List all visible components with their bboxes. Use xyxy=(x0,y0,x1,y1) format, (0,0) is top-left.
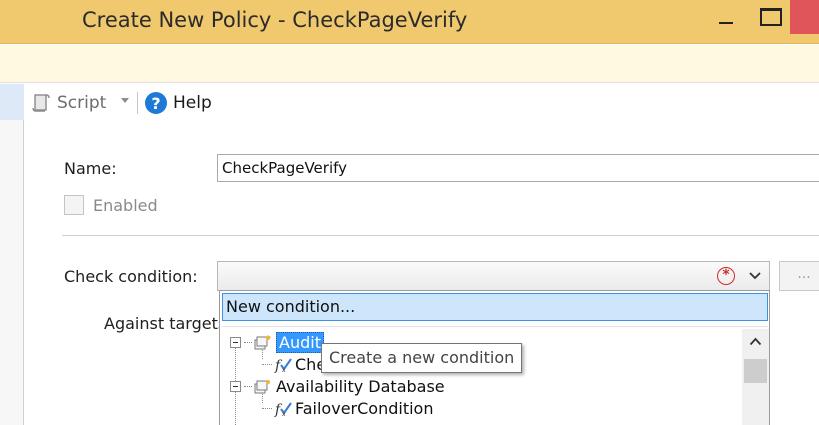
scrollbar-thumb[interactable] xyxy=(744,359,767,383)
check-condition-combobox[interactable]: * xyxy=(217,261,770,291)
help-button[interactable]: ? Help xyxy=(145,90,212,116)
tree-connector xyxy=(262,363,272,365)
tree-node-label: Availability Database xyxy=(276,376,445,396)
script-button[interactable]: Script xyxy=(31,90,106,116)
tree-connector xyxy=(262,407,272,409)
close-button[interactable] xyxy=(790,0,819,34)
tree-node-condition[interactable]: f x Che xyxy=(262,353,326,375)
error-icon: * xyxy=(717,267,735,285)
help-label: Help xyxy=(173,93,212,113)
toolbar: Script ? Help xyxy=(25,86,819,120)
enabled-checkbox[interactable] xyxy=(64,195,84,215)
tree-node-condition[interactable]: f x FailoverCondition xyxy=(262,397,433,419)
collapse-toggle-icon[interactable] xyxy=(230,380,241,392)
collapse-toggle-icon[interactable] xyxy=(230,336,241,348)
page-selector-selected-item[interactable] xyxy=(0,84,24,120)
toolbar-separator xyxy=(137,92,138,114)
tree-connector xyxy=(244,385,252,387)
minimize-button[interactable] xyxy=(706,0,748,34)
tree-node-audit[interactable]: Audit xyxy=(230,331,324,353)
maximize-button[interactable] xyxy=(748,0,790,34)
condition-icon: f x xyxy=(274,402,292,417)
facet-icon xyxy=(254,335,271,350)
script-dropdown-arrow-icon[interactable] xyxy=(121,98,129,103)
scroll-up-arrow-icon[interactable] xyxy=(749,337,762,346)
tooltip: Create a new condition xyxy=(321,343,523,373)
help-icon: ? xyxy=(145,92,167,114)
dropdown-separator xyxy=(222,326,768,327)
dropdown-scrollbar[interactable] xyxy=(742,329,769,425)
section-divider xyxy=(62,235,819,236)
tree-node-label: Audit xyxy=(276,331,324,353)
tree-node-availability-database[interactable]: Availability Database xyxy=(230,375,445,397)
name-label: Name: xyxy=(64,159,117,178)
page-selector-panel[interactable] xyxy=(0,84,24,425)
window-titlebar[interactable]: Create New Policy - CheckPageVerify xyxy=(0,0,819,44)
browse-condition-button[interactable]: ... xyxy=(779,261,819,291)
enabled-label: Enabled xyxy=(93,196,158,215)
svg-text:x: x xyxy=(282,367,286,373)
message-bar xyxy=(0,45,819,83)
name-input[interactable] xyxy=(217,154,819,182)
script-label: Script xyxy=(57,93,107,113)
chevron-down-icon[interactable] xyxy=(748,270,762,282)
window-title: Create New Policy - CheckPageVerify xyxy=(82,8,468,32)
new-condition-item[interactable]: New condition... xyxy=(222,293,768,321)
check-condition-label: Check condition: xyxy=(64,267,198,286)
tree-node-label: FailoverCondition xyxy=(295,398,434,418)
condition-icon: f x xyxy=(274,358,292,373)
facet-icon xyxy=(254,380,270,394)
script-scroll-icon xyxy=(32,94,50,112)
against-targets-label: Against targets xyxy=(104,314,227,333)
tree-connector xyxy=(244,341,252,343)
svg-text:x: x xyxy=(282,411,286,417)
